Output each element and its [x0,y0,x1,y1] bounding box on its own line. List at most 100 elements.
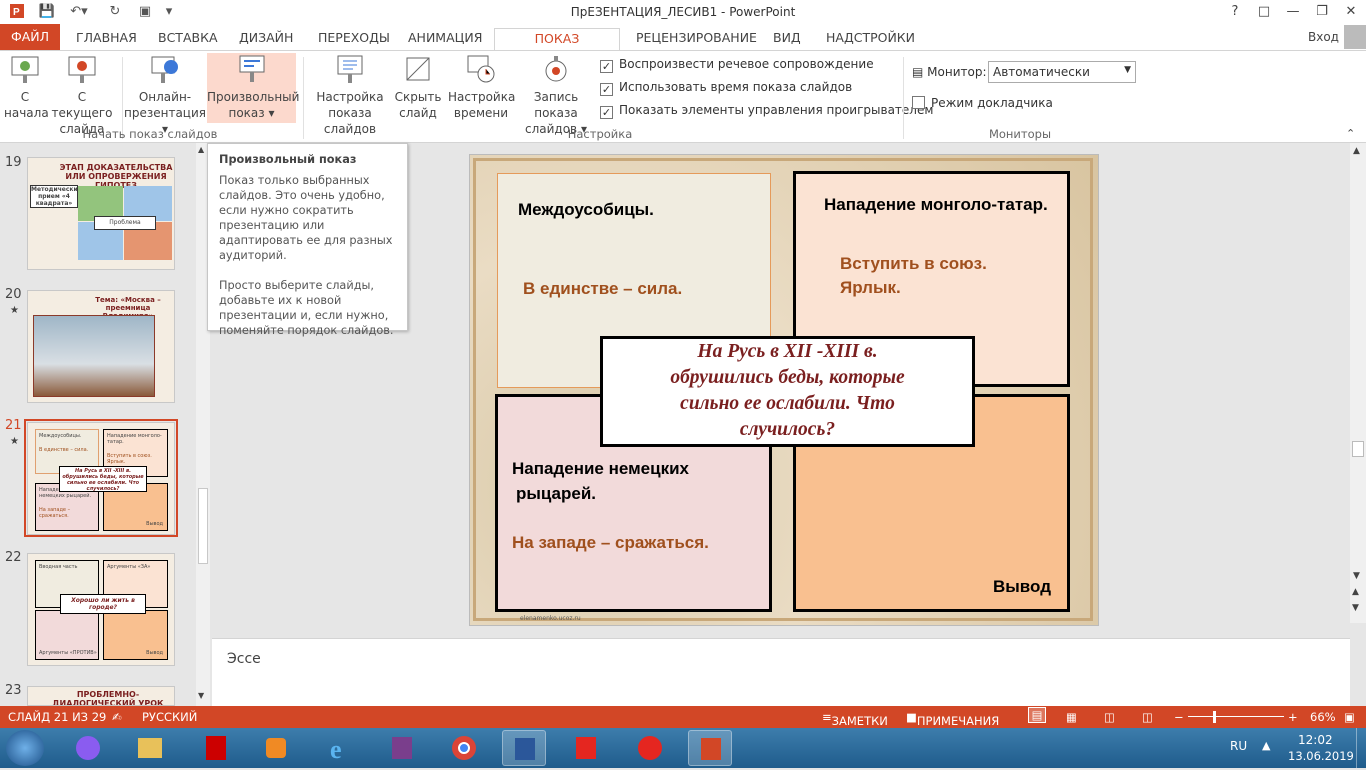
slide-number: 23 [5,683,22,698]
winrar-icon[interactable] [380,730,424,766]
tray-arrow-icon[interactable]: ▲ [1262,739,1270,752]
from-beginning-button[interactable]: Сначала [4,53,49,121]
restore-icon[interactable]: ❐ [1308,3,1336,21]
notes-button[interactable]: ≡ ЗАМЕТКИ [822,710,888,728]
record-icon [540,53,572,85]
tab-review[interactable]: РЕЦЕНЗИРОВАНИЕ [630,28,763,50]
internet-explorer-icon[interactable]: e [318,730,362,766]
zoom-slider[interactable] [1188,716,1284,717]
clock-time[interactable]: 12:02 [1298,733,1333,747]
pdf-reader-icon[interactable] [194,730,238,766]
chevron-down-icon: ▼ [1124,65,1131,75]
window-title: ПрЕЗЕНТАЦИЯ_ЛЕСИВ1 - PowerPoint [570,5,796,19]
custom-show-icon [236,53,268,85]
from-current-button[interactable]: С текущего слайда [48,53,116,137]
normal-view-icon[interactable]: ▤ [1028,707,1046,723]
spellcheck-icon[interactable]: ✍ [112,710,122,724]
timer-icon [465,53,497,85]
help-icon[interactable]: ? [1221,3,1249,21]
slideshow-view-icon[interactable]: ◫ [1142,710,1153,724]
yandex-browser-icon[interactable] [564,730,608,766]
scroll-down-icon[interactable]: ▼ [198,691,204,700]
slide-thumbnail-23[interactable]: ПРОБЛЕМНО-ДИАЛОГИЧЕСКИЙ УРОК [27,686,175,706]
monitor-label: ▤ Монитор: [912,65,987,79]
custom-show-tooltip: Произвольный показ Показ только выбранны… [207,143,408,337]
editor-scrollbar[interactable]: ▲ ▼ ▲ ▼ [1350,143,1366,623]
slide-sorter-icon[interactable]: ▦ [1066,710,1077,724]
scrollbar-thumb[interactable] [1352,441,1364,457]
custom-show-button[interactable]: Произвольный показ ▾ [207,53,299,123]
fit-slide-icon[interactable]: ▣ [1344,710,1355,724]
clock-date[interactable]: 13.06.2019 [1288,749,1354,763]
slide-thumbnail-20[interactable]: Тема: «Москва – преемница Владимира» [27,290,175,403]
yandex-icon[interactable] [628,730,672,766]
alice-icon[interactable] [66,730,110,766]
monitor-select[interactable]: Автоматически ▼ [988,61,1136,83]
tab-animation[interactable]: АНИМАЦИЯ [402,28,488,50]
show-desktop-button[interactable] [1356,728,1366,768]
slide-thumbnail-21[interactable]: Междоусобицы. В единстве – сила. Нападени… [27,422,175,535]
animation-star-icon: ★ [10,305,19,316]
slide-counter: СЛАЙД 21 ИЗ 29 [8,710,107,724]
tab-slide-show[interactable]: ПОКАЗ СЛАЙДОВ [494,28,620,66]
start-button-icon[interactable] [6,730,44,766]
tab-addins[interactable]: НАДСТРОЙКИ [820,28,921,50]
zoom-slider-thumb[interactable] [1213,711,1216,723]
online-presentation-button[interactable]: Онлайн-презентация ▾ [124,53,206,137]
narration-checkbox[interactable]: ✓ Воспроизвести речевое сопровождение [600,57,874,73]
notes-text: Эссе [227,651,261,667]
slide-number: 21 [5,418,22,433]
comments-button[interactable]: ■ ПРИМЕЧАНИЯ [906,710,999,728]
presenter-view-checkbox[interactable]: Режим докладчика [912,96,1053,110]
file-explorer-icon[interactable] [128,730,172,766]
notes-pane[interactable]: Эссе [212,638,1350,706]
timings-checkbox[interactable]: ✓ Использовать время показа слайдов [600,80,852,96]
group-start-label: Начать показ слайдов [82,127,218,141]
scrollbar-thumb[interactable] [198,488,208,564]
slide-thumbnails-pane: 19 ЭТАП ДОКАЗАТЕЛЬСТВА ИЛИ ОПРОВЕРЖЕНИЯ … [0,143,212,706]
language-indicator[interactable]: РУССКИЙ [142,710,197,724]
collapse-ribbon-icon[interactable]: ⌃ [1346,127,1355,140]
scroll-up-icon[interactable]: ▲ [198,145,204,154]
tab-design[interactable]: ДИЗАЙН [233,28,299,50]
close-icon[interactable]: ✕ [1337,3,1365,21]
zoom-level[interactable]: 66% [1310,710,1336,724]
tab-transitions[interactable]: ПЕРЕХОДЫ [312,28,396,50]
slide-thumbnail-22[interactable]: Вводная часть Аргументы «ЗА» Аргументы «… [27,553,175,666]
next-slide-icon[interactable]: ▼ [1352,603,1359,613]
slide-number: 22 [5,550,22,565]
slide-thumbnail-19[interactable]: ЭТАП ДОКАЗАТЕЛЬСТВА ИЛИ ОПРОВЕРЖЕНИЯ ГИП… [27,157,175,270]
media-player-icon[interactable] [254,730,298,766]
tab-insert[interactable]: ВСТАВКА [152,28,224,50]
powerpoint-taskbar-icon[interactable] [688,730,732,766]
setup-show-button[interactable]: Настройка показа слайдов [306,53,394,137]
media-controls-checkbox[interactable]: ✓ Показать элементы управления проигрыват… [600,103,933,119]
svg-text:e: e [330,735,342,764]
zoom-in-icon[interactable]: + [1288,710,1298,724]
painting-image [33,315,155,397]
setup-show-icon [334,53,366,85]
minimize-icon[interactable]: — [1279,3,1307,21]
current-slide[interactable]: Междоусобицы. В единстве – сила. Нападен… [469,154,1099,626]
central-question-box[interactable]: На Русь в XII -XIII в. обрушились беды, … [600,336,975,447]
checkmark-icon: ✓ [600,83,613,96]
reading-view-icon[interactable]: ◫ [1104,710,1115,724]
avatar[interactable] [1344,25,1366,49]
tab-home[interactable]: ГЛАВНАЯ [70,28,143,50]
keyboard-language[interactable]: RU [1230,739,1247,753]
ribbon-display-icon[interactable]: □ [1250,3,1278,21]
record-show-button[interactable]: Запись показа слайдов ▾ [514,53,598,137]
tab-file[interactable]: ФАЙЛ [0,24,60,50]
chrome-icon[interactable] [442,730,486,766]
zoom-out-icon[interactable]: − [1174,710,1184,724]
group-setup-label: Настройка [567,127,633,141]
previous-slide-icon[interactable]: ▲ [1352,587,1359,597]
sign-in-link[interactable]: Вход [1308,30,1339,44]
word-icon[interactable] [502,730,546,766]
tab-view[interactable]: ВИД [767,28,807,50]
scroll-up-icon[interactable]: ▲ [1353,146,1360,156]
hide-slide-button[interactable]: Скрыть слайд [394,53,442,121]
scroll-down-icon[interactable]: ▼ [1353,571,1360,581]
status-bar: СЛАЙД 21 ИЗ 29 ✍ РУССКИЙ ≡ ЗАМЕТКИ ■ ПРИ… [0,706,1366,728]
rehearse-timings-button[interactable]: Настройка времени [448,53,515,121]
